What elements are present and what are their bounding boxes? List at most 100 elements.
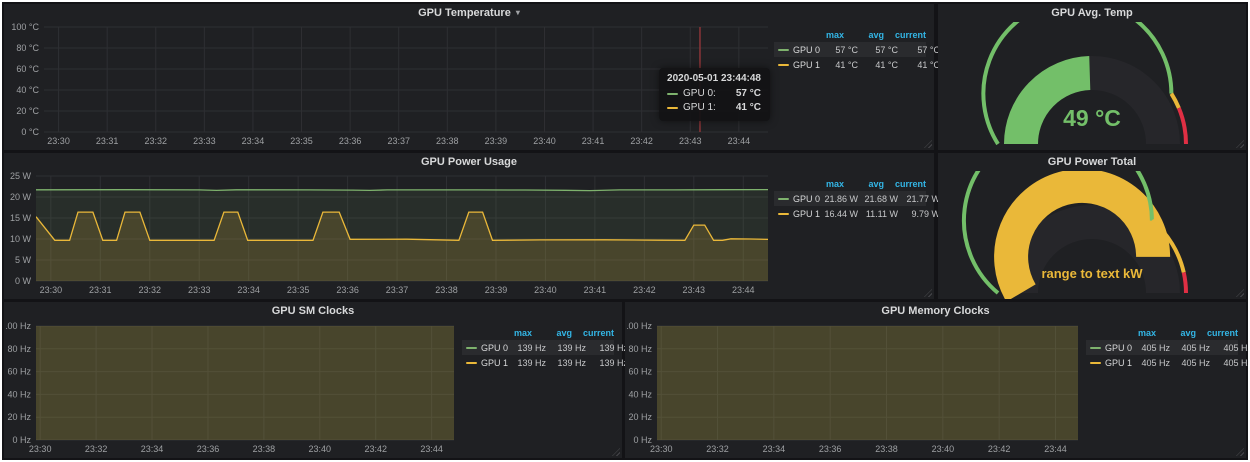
legend-series-toggle[interactable]: GPU 1 bbox=[1086, 358, 1132, 368]
svg-text:23:43: 23:43 bbox=[683, 285, 706, 295]
panel-title-gpu-power-usage[interactable]: GPU Power Usage bbox=[4, 153, 934, 171]
legend-row-gpu1: GPU 1405 Hz405 Hz405 Hz bbox=[1086, 355, 1238, 370]
legend-header-row: maxavgcurrent bbox=[1086, 325, 1238, 340]
svg-text:20 Hz: 20 Hz bbox=[7, 412, 31, 422]
legend-header-row: maxavgcurrent bbox=[774, 176, 926, 191]
svg-text:23:31: 23:31 bbox=[96, 136, 119, 146]
legend-row-gpu1: GPU 116.44 W11.11 W9.79 W bbox=[774, 206, 926, 221]
svg-text:23:40: 23:40 bbox=[533, 136, 556, 146]
panel-title-gpu-memory-clocks[interactable]: GPU Memory Clocks bbox=[625, 302, 1246, 320]
tooltip-series-label: GPU 1: bbox=[683, 101, 716, 115]
svg-text:23:35: 23:35 bbox=[287, 285, 310, 295]
svg-text:23:31: 23:31 bbox=[89, 285, 112, 295]
panel-title-text: GPU Memory Clocks bbox=[881, 305, 989, 317]
svg-text:80 Hz: 80 Hz bbox=[628, 344, 652, 354]
legend-value: 405 Hz bbox=[1170, 343, 1210, 353]
svg-text:23:44: 23:44 bbox=[420, 444, 443, 454]
legend-value: 21.68 W bbox=[858, 194, 898, 204]
svg-text:23:33: 23:33 bbox=[193, 136, 216, 146]
legend-header-current[interactable]: current bbox=[1196, 328, 1238, 338]
legend-series-toggle[interactable]: GPU 0 bbox=[774, 45, 820, 55]
svg-text:23:40: 23:40 bbox=[932, 444, 955, 454]
series-dash-icon bbox=[466, 347, 477, 349]
legend-header-row: maxavgcurrent bbox=[774, 27, 926, 42]
svg-text:23:36: 23:36 bbox=[339, 136, 362, 146]
legend-value: 405 Hz bbox=[1132, 358, 1170, 368]
svg-text:23:44: 23:44 bbox=[728, 136, 751, 146]
legend-row-gpu1: GPU 1139 Hz139 Hz139 Hz bbox=[462, 355, 614, 370]
legend-series-toggle[interactable]: GPU 1 bbox=[462, 358, 508, 368]
svg-text:20 W: 20 W bbox=[10, 192, 32, 202]
legend-header-current[interactable]: current bbox=[884, 30, 926, 40]
legend-header-max[interactable]: max bbox=[1118, 328, 1156, 338]
panel-title-text: GPU Avg. Temp bbox=[1051, 7, 1133, 19]
memory-clocks-chart-area[interactable]: 0 Hz20 Hz40 Hz60 Hz80 Hz100 Hz23:3023:32… bbox=[627, 320, 1086, 456]
panel-gpu-temperature: GPU Temperature 0 °C20 °C40 °C60 °C80 °C… bbox=[4, 4, 934, 150]
legend-header-max[interactable]: max bbox=[494, 328, 532, 338]
legend-header-max[interactable]: max bbox=[806, 179, 844, 189]
svg-text:23:32: 23:32 bbox=[138, 285, 161, 295]
svg-text:23:42: 23:42 bbox=[988, 444, 1011, 454]
panel-gpu-power-usage: GPU Power Usage 0 W5 W10 W15 W20 W25 W23… bbox=[4, 153, 934, 299]
legend-value: 139 Hz bbox=[546, 343, 586, 353]
svg-text:0 W: 0 W bbox=[15, 276, 32, 286]
series-dash-icon bbox=[1090, 362, 1101, 364]
memory-clocks-chart[interactable]: 0 Hz20 Hz40 Hz60 Hz80 Hz100 Hz23:3023:32… bbox=[627, 320, 1086, 456]
legend-series-toggle[interactable]: GPU 1 bbox=[774, 60, 820, 70]
svg-text:100 °C: 100 °C bbox=[11, 22, 39, 32]
svg-text:80 °C: 80 °C bbox=[16, 43, 39, 53]
svg-text:40 Hz: 40 Hz bbox=[628, 389, 652, 399]
legend-header-current[interactable]: current bbox=[572, 328, 614, 338]
series-dash-icon bbox=[778, 49, 789, 51]
legend-value: 9.79 W bbox=[898, 209, 940, 219]
sm-clocks-chart[interactable]: 0 Hz20 Hz40 Hz60 Hz80 Hz100 Hz23:3023:32… bbox=[6, 320, 462, 456]
svg-text:23:36: 23:36 bbox=[336, 285, 359, 295]
legend-row-gpu0: GPU 021.86 W21.68 W21.77 W bbox=[774, 191, 926, 206]
svg-text:23:43: 23:43 bbox=[679, 136, 702, 146]
svg-text:23:30: 23:30 bbox=[47, 136, 70, 146]
svg-text:23:37: 23:37 bbox=[387, 136, 410, 146]
sm-clocks-chart-area[interactable]: 0 Hz20 Hz40 Hz60 Hz80 Hz100 Hz23:3023:32… bbox=[6, 320, 462, 456]
panel-title-gpu-temperature[interactable]: GPU Temperature bbox=[4, 4, 934, 22]
legend-header-avg[interactable]: avg bbox=[844, 30, 884, 40]
avg-temp-gauge: 49 °C bbox=[938, 22, 1246, 150]
svg-text:40 Hz: 40 Hz bbox=[7, 389, 31, 399]
series-dash-icon bbox=[778, 198, 789, 200]
svg-text:20 Hz: 20 Hz bbox=[628, 412, 652, 422]
legend-value: 21.77 W bbox=[898, 194, 940, 204]
legend-series-toggle[interactable]: GPU 0 bbox=[1086, 343, 1132, 353]
tooltip-series-label: GPU 0: bbox=[683, 87, 716, 101]
legend-value: 139 Hz bbox=[508, 358, 546, 368]
svg-text:23:36: 23:36 bbox=[819, 444, 842, 454]
temperature-chart-area[interactable]: 0 °C20 °C40 °C60 °C80 °C100 °C23:3023:31… bbox=[6, 22, 774, 148]
legend-value: 405 Hz bbox=[1210, 358, 1248, 368]
legend-series-toggle[interactable]: GPU 0 bbox=[774, 194, 820, 204]
legend-header-avg[interactable]: avg bbox=[1156, 328, 1196, 338]
power-chart-area[interactable]: 0 W5 W10 W15 W20 W25 W23:3023:3123:3223:… bbox=[6, 171, 774, 297]
legend-value: 139 Hz bbox=[508, 343, 546, 353]
tooltip-series-value: 41 °C bbox=[722, 101, 761, 115]
panel-title-gpu-sm-clocks[interactable]: GPU SM Clocks bbox=[4, 302, 622, 320]
series-dash-icon bbox=[667, 93, 678, 95]
svg-text:23:41: 23:41 bbox=[582, 136, 605, 146]
svg-text:60 °C: 60 °C bbox=[16, 64, 39, 74]
tooltip-series-value: 57 °C bbox=[722, 87, 761, 101]
panel-menu-caret-icon[interactable] bbox=[516, 4, 520, 22]
power-chart[interactable]: 0 W5 W10 W15 W20 W25 W23:3023:3123:3223:… bbox=[6, 171, 774, 297]
legend-series-toggle[interactable]: GPU 0 bbox=[462, 343, 508, 353]
svg-text:23:39: 23:39 bbox=[485, 285, 508, 295]
legend-header-current[interactable]: current bbox=[884, 179, 926, 189]
legend-value: 21.86 W bbox=[820, 194, 858, 204]
legend-header-max[interactable]: max bbox=[806, 30, 844, 40]
svg-text:0 °C: 0 °C bbox=[21, 127, 39, 137]
legend-value: 11.11 W bbox=[858, 209, 898, 219]
panel-title-gpu-power-total[interactable]: GPU Power Total bbox=[938, 153, 1246, 171]
panel-title-gpu-avg-temp[interactable]: GPU Avg. Temp bbox=[938, 4, 1246, 22]
tooltip-row: GPU 0: 57 °C bbox=[667, 87, 761, 101]
legend-header-avg[interactable]: avg bbox=[844, 179, 884, 189]
svg-text:23:40: 23:40 bbox=[309, 444, 332, 454]
svg-text:23:39: 23:39 bbox=[485, 136, 508, 146]
legend-series-toggle[interactable]: GPU 1 bbox=[774, 209, 820, 219]
legend-header-avg[interactable]: avg bbox=[532, 328, 572, 338]
panel-title-text: GPU Power Usage bbox=[421, 156, 517, 168]
